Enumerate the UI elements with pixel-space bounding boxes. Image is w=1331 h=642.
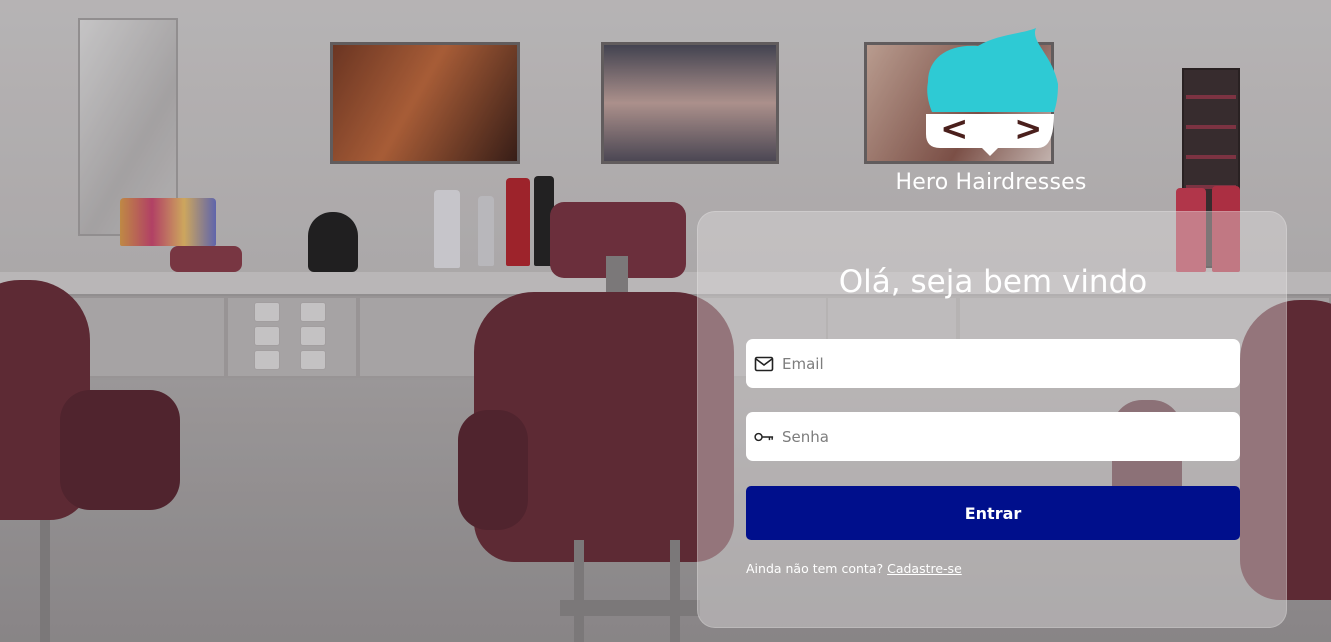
signup-row: Ainda não tem conta? Cadastre-se (746, 561, 962, 576)
email-input[interactable] (782, 339, 1240, 388)
logo-left-glyph: < (940, 109, 969, 149)
envelope-icon (754, 354, 774, 374)
salon-background: < > Hero Hairdresses Olá, seja bem vindo (0, 0, 1331, 642)
email-field[interactable] (746, 339, 1240, 388)
password-field[interactable] (746, 412, 1240, 461)
signup-prompt: Ainda não tem conta? (746, 561, 884, 576)
key-icon (754, 427, 774, 447)
hair-shape (927, 28, 1058, 112)
hero-logo-icon: < > (926, 28, 1058, 156)
login-button[interactable]: Entrar (746, 486, 1240, 540)
logo-right-glyph: > (1014, 109, 1043, 149)
password-input[interactable] (782, 412, 1240, 461)
brand-name: Hero Hairdresses (895, 170, 1087, 195)
signup-link[interactable]: Cadastre-se (887, 561, 962, 576)
welcome-heading: Olá, seja bem vindo (838, 264, 1148, 300)
login-card: Olá, seja bem vindo Entrar Ainda não te (697, 211, 1287, 628)
